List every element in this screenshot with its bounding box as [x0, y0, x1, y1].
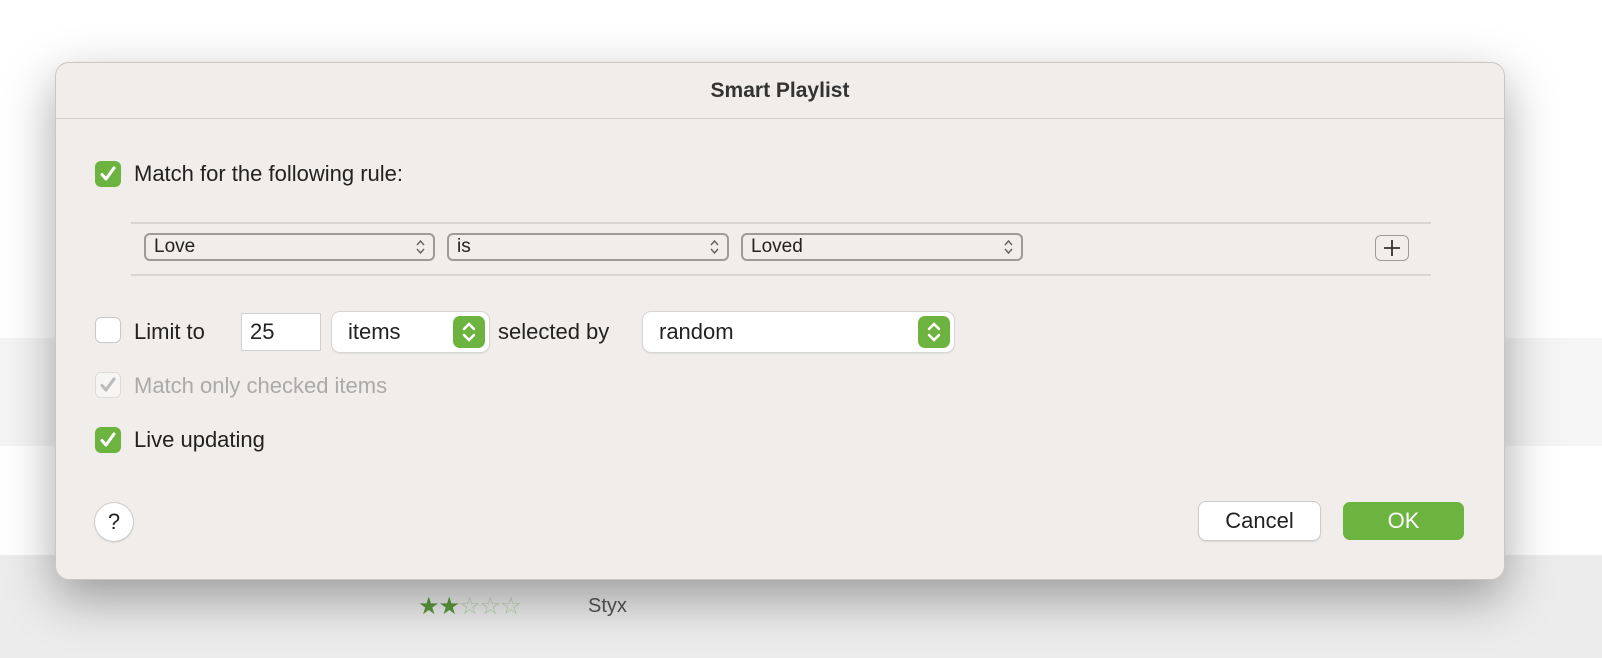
checkmark-icon [100, 432, 116, 447]
checkmark-icon [100, 166, 116, 181]
limit-unit-popup[interactable]: items [332, 312, 489, 352]
live-updating-checkbox[interactable] [95, 427, 121, 453]
rule-value-select[interactable]: Loved [741, 233, 1023, 261]
limit-label: Limit to [134, 319, 205, 344]
rating-stars[interactable]: ★★☆☆☆ [418, 592, 522, 621]
plus-icon [1383, 239, 1400, 256]
selected-by-popup[interactable]: random [643, 312, 954, 352]
live-updating-label: Live updating [134, 427, 265, 452]
chevron-updown-icon [453, 316, 485, 348]
rule-row: Love is Loved [131, 222, 1431, 276]
cancel-button[interactable]: Cancel [1199, 502, 1320, 540]
rule-field-select[interactable]: Love [144, 233, 435, 261]
artist-cell: Styx [588, 595, 627, 617]
match-rule-label: Match for the following rule: [134, 161, 404, 186]
smart-playlist-dialog: Smart Playlist Match for the following r… [55, 62, 1505, 580]
rule-operator-value: is [457, 236, 471, 257]
match-checked-label: Match only checked items [134, 373, 388, 398]
ok-button[interactable]: OK [1343, 502, 1464, 540]
chevron-updown-icon [710, 239, 719, 255]
rule-value-value: Loved [751, 236, 803, 257]
limit-checkbox[interactable] [95, 317, 121, 343]
limit-count-input[interactable]: 25 [241, 313, 321, 351]
chevron-updown-icon [918, 316, 950, 348]
selected-by-value: random [659, 319, 734, 344]
match-rule-checkbox[interactable] [95, 161, 121, 187]
match-checked-checkbox[interactable] [95, 372, 121, 398]
rule-operator-select[interactable]: is [447, 233, 729, 261]
limit-unit-value: items [348, 319, 401, 344]
rule-field-value: Love [154, 236, 196, 257]
chevron-updown-icon [416, 239, 425, 255]
add-rule-button[interactable] [1375, 235, 1409, 261]
chevron-updown-icon [1004, 239, 1013, 255]
checkmark-icon [100, 377, 116, 392]
help-button[interactable]: ? [95, 503, 133, 541]
dialog-title: Smart Playlist [56, 63, 1504, 119]
selected-by-label: selected by [498, 319, 610, 344]
